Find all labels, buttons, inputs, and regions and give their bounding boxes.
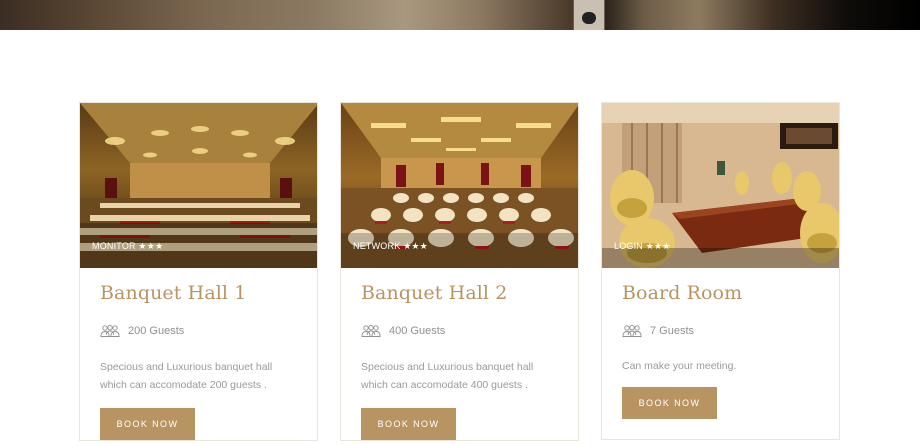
venue-title[interactable]: Banquet Hall 1	[100, 282, 297, 304]
book-now-button[interactable]: BOOK NOW	[361, 408, 456, 440]
venue-card-banquet-hall-2: NETWORK ★★★ Banquet Hall 2 400 Guests Sp…	[340, 102, 579, 441]
venue-description: Specious and Luxurious banquet hall whic…	[100, 361, 273, 391]
book-now-button[interactable]: BOOK NOW	[100, 408, 195, 440]
guest-capacity: 7 Guests	[622, 322, 819, 340]
people-icon	[622, 324, 642, 337]
venue-tag: MONITOR ★★★	[92, 241, 164, 251]
guest-count: 400 Guests	[389, 325, 446, 337]
hero-image	[0, 0, 920, 30]
venue-card-board-room: LOGIN ★★★ Board Room 7 Guests Can make y…	[601, 102, 840, 440]
venue-image[interactable]: MONITOR ★★★	[80, 103, 317, 268]
book-now-button[interactable]: BOOK NOW	[622, 387, 717, 419]
guest-capacity: 400 Guests	[361, 322, 558, 340]
guest-capacity: 200 Guests	[100, 322, 297, 340]
venue-description: Can make your meeting.	[622, 360, 737, 372]
venue-image[interactable]: NETWORK ★★★	[341, 103, 578, 268]
venue-tag: NETWORK ★★★	[353, 241, 428, 251]
venue-card-banquet-hall-1: MONITOR ★★★ Banquet Hall 1 200 Guests Sp…	[79, 102, 318, 441]
venue-image[interactable]: LOGIN ★★★	[602, 103, 839, 268]
venue-title[interactable]: Banquet Hall 2	[361, 282, 558, 304]
people-icon	[361, 324, 381, 337]
venue-title[interactable]: Board Room	[622, 282, 819, 304]
venue-description: Specious and Luxurious banquet hall whic…	[361, 361, 534, 391]
people-icon	[100, 324, 120, 337]
guest-count: 200 Guests	[128, 325, 185, 337]
venue-tag: LOGIN ★★★	[614, 241, 671, 251]
guest-count: 7 Guests	[650, 325, 695, 337]
hero-door-plate	[573, 0, 605, 30]
